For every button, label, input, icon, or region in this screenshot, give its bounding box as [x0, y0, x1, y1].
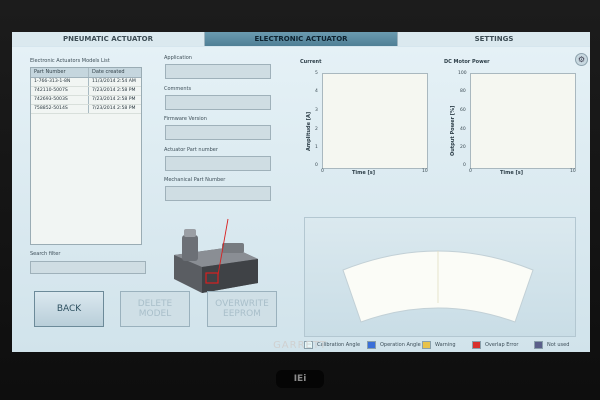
- models-list[interactable]: Part Number Date created 1-766-313-1-8N …: [30, 67, 142, 245]
- overwrite-eeprom-button[interactable]: OVERWRITE EEPROM: [207, 291, 277, 327]
- x-tick-label: 10: [422, 169, 428, 174]
- x-tick-label: 0: [469, 169, 472, 174]
- current-chart: Current Amplitude [A] Time [s] 5 4 3 2 1…: [300, 59, 430, 179]
- y-tick-label: 4: [315, 89, 318, 94]
- y-tick-label: 80: [460, 89, 466, 94]
- dc-motor-power-chart-title: DC Motor Power: [444, 59, 490, 65]
- x-tick-label: 10: [570, 169, 576, 174]
- y-tick-label: 40: [460, 127, 466, 132]
- back-button[interactable]: BACK: [34, 291, 104, 327]
- table-row[interactable]: 742693-5003S 7/23/2014 2:58 PM: [31, 96, 141, 105]
- comments-field[interactable]: [165, 95, 271, 110]
- y-tick-label: 3: [315, 108, 318, 113]
- mechanical-part-number-label: Mechanical Part Number: [164, 177, 226, 183]
- cell-date-created: 11/3/2014 2:54 AM: [92, 79, 136, 84]
- firmware-version-label: Firmware Version: [164, 116, 207, 122]
- dc-motor-power-y-axis-label: Output Power [%]: [450, 105, 456, 156]
- table-row[interactable]: 758852-5014S 7/23/2014 2:58 PM: [31, 105, 141, 114]
- dc-motor-power-chart: DC Motor Power Output Power [%] Time [s]…: [444, 59, 580, 179]
- mechanical-part-number-field[interactable]: [165, 186, 271, 201]
- y-tick-label: 1: [315, 145, 318, 150]
- application-label: Application: [164, 55, 192, 61]
- cell-part-number: 758852-5014S: [31, 105, 89, 113]
- app-screen: PNEUMATIC ACTUATOR ELECTRONIC ACTUATOR S…: [12, 32, 590, 352]
- current-chart-title: Current: [300, 59, 322, 65]
- bezel-logo: IEi: [276, 370, 324, 388]
- current-x-axis-label: Time [s]: [352, 170, 376, 176]
- cell-part-number: 742693-5003S: [31, 96, 89, 104]
- y-tick-label: 100: [458, 71, 467, 76]
- actuator-image: [174, 218, 258, 293]
- main-content: ⚙ Electronic Actuators Models List Part …: [12, 47, 590, 352]
- firmware-version-field[interactable]: [165, 125, 271, 140]
- column-header-date-created[interactable]: Date created: [89, 68, 141, 77]
- tab-electronic-actuator[interactable]: ELECTRONIC ACTUATOR: [205, 32, 398, 46]
- cell-date-created: 7/23/2014 2:58 PM: [92, 97, 136, 102]
- dc-motor-power-plot-area: [470, 73, 576, 169]
- actuator-part-number-label: Actuator Part number: [164, 147, 218, 153]
- tab-bar: PNEUMATIC ACTUATOR ELECTRONIC ACTUATOR S…: [12, 32, 590, 46]
- dc-motor-power-x-axis-label: Time [s]: [500, 170, 524, 176]
- y-tick-label: 0: [463, 163, 466, 168]
- tab-pneumatic-actuator[interactable]: PNEUMATIC ACTUATOR: [12, 32, 205, 46]
- comments-label: Comments: [164, 86, 192, 92]
- cell-part-number: 742110-5007S: [31, 87, 89, 95]
- brand-label: GARRETT: [273, 340, 327, 351]
- current-y-axis-label: Amplitude [A]: [306, 111, 312, 151]
- table-row[interactable]: 1-766-313-1-8N 11/3/2014 2:54 AM: [31, 78, 141, 87]
- application-field[interactable]: [165, 64, 271, 79]
- models-list-title: Electronic Actuators Models List: [30, 58, 110, 64]
- cell-date-created: 7/23/2014 2:58 PM: [92, 106, 136, 111]
- search-filter-label: Search filter: [30, 251, 61, 257]
- table-row[interactable]: 742110-5007S 7/23/2014 2:58 PM: [31, 87, 141, 96]
- current-plot-area: [322, 73, 428, 169]
- search-filter-input[interactable]: [30, 261, 146, 274]
- list-header: Part Number Date created: [31, 68, 141, 78]
- column-header-part-number[interactable]: Part Number: [31, 68, 89, 77]
- cell-part-number: 1-766-313-1-8N: [31, 78, 89, 86]
- y-tick-label: 0: [315, 163, 318, 168]
- tab-settings[interactable]: SETTINGS: [398, 32, 590, 46]
- delete-model-button[interactable]: DELETE MODEL: [120, 291, 190, 327]
- actuator-part-number-field[interactable]: [165, 156, 271, 171]
- cell-date-created: 7/23/2014 2:58 PM: [92, 88, 136, 93]
- y-tick-label: 20: [460, 145, 466, 150]
- angle-gauge: [342, 250, 534, 323]
- y-tick-label: 60: [460, 108, 466, 113]
- angle-gauge-panel: [304, 217, 576, 337]
- y-tick-label: 5: [315, 71, 318, 76]
- x-tick-label: 0: [321, 169, 324, 174]
- y-tick-label: 2: [315, 127, 318, 132]
